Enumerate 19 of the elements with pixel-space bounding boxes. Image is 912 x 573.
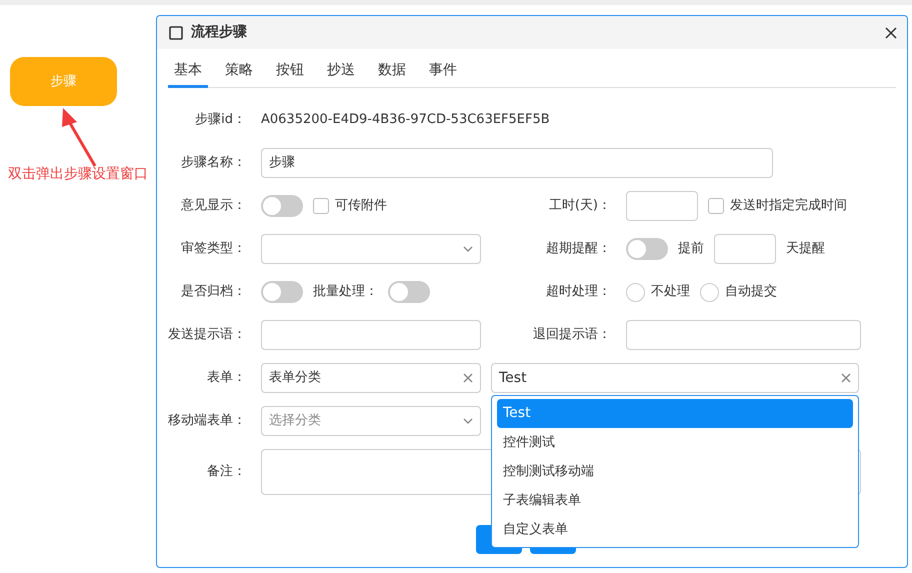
field-label: 超期提醒： — [545, 240, 611, 258]
field-text: 批量处理： — [313, 283, 378, 302]
annotation-text: 双击弹出步骤设置窗口 — [8, 165, 148, 184]
field-label: 意见显示： — [180, 197, 246, 216]
window-title: 流程步骤 — [191, 22, 247, 42]
field-text: 提前 — [678, 240, 704, 258]
field-label: 步骤id： — [194, 111, 246, 130]
field-label: 发送提示语： — [168, 326, 246, 344]
field-label: 工时(天)： — [548, 197, 611, 216]
field-text: 天提醒 — [786, 240, 825, 258]
field-label: 步骤名称： — [180, 154, 246, 172]
field-label: 是否归档： — [180, 283, 246, 302]
field-text: A0635200-E4D9-4B36-97CD-53C63EF5EF5B — [261, 111, 550, 130]
field-label: 退回提示语： — [532, 326, 611, 344]
field-label: 移动端表单： — [168, 412, 246, 430]
field-label: 审签类型： — [180, 240, 246, 258]
field-label: 备注： — [206, 463, 246, 482]
field-label: 表单： — [206, 369, 246, 388]
field-label: 超时处理： — [545, 283, 611, 302]
